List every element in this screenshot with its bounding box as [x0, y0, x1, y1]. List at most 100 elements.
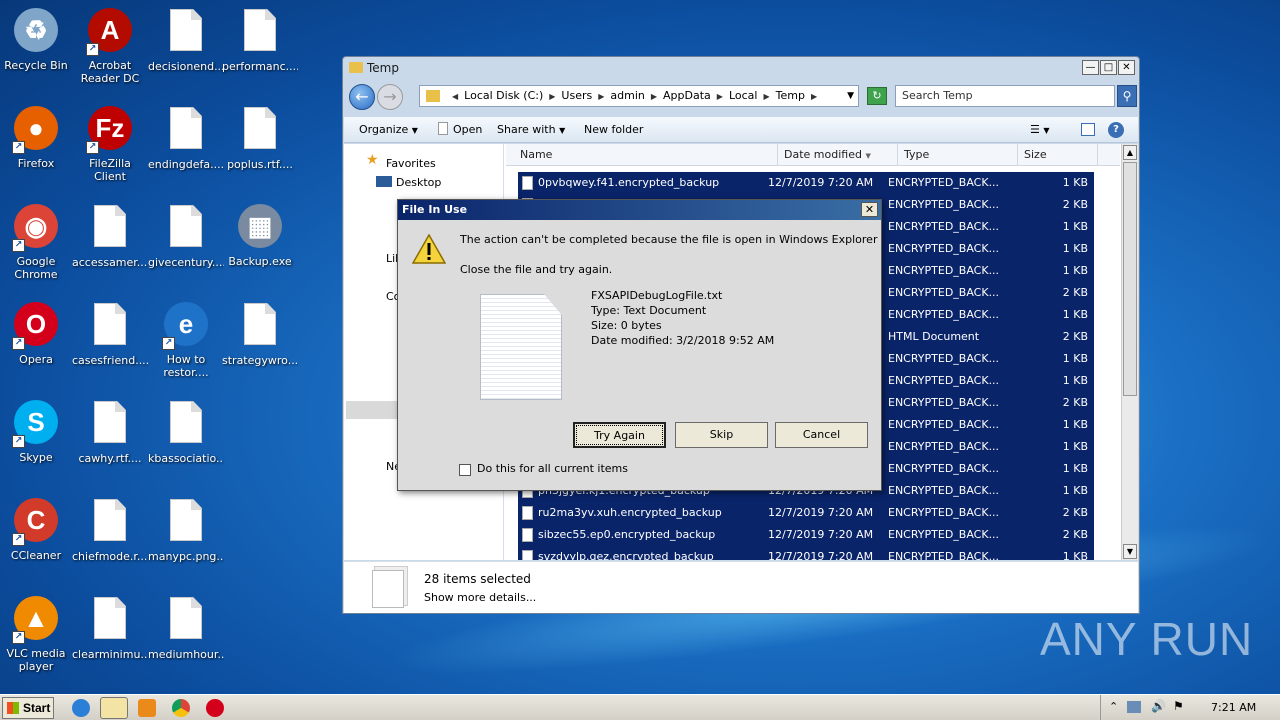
clock[interactable]: 7:21 AM	[1211, 701, 1256, 714]
volume-icon[interactable]: 🔊	[1151, 699, 1166, 713]
nav-desktop[interactable]: Desktop	[396, 176, 441, 189]
new-folder-button[interactable]: New folder	[584, 117, 643, 143]
desktop-icon-recycle[interactable]: ♻ Recycle Bin	[0, 6, 74, 87]
share-with-button[interactable]: Share with ▼	[497, 117, 565, 144]
apply-all-checkbox[interactable]	[459, 464, 471, 476]
desktop-icon-filezilla[interactable]: Fz ↗ FileZilla Client	[72, 104, 148, 185]
row-type: ENCRYPTED_BACK...	[888, 550, 998, 560]
table-row[interactable]: sibzec55.ep0.encrypted_backup 12/7/2019 7…	[518, 524, 1094, 546]
file-icon	[86, 401, 134, 449]
nav-favorites[interactable]: Favorites	[386, 157, 436, 170]
desktop-icon-file[interactable]: strategywro....	[222, 300, 298, 382]
tray-expand-icon[interactable]: ⌃	[1109, 700, 1118, 713]
desktop-icon-file[interactable]: manypc.png....	[148, 496, 224, 578]
dialog-close-button[interactable]: ✕	[861, 202, 878, 217]
explorer-titlebar[interactable]: Temp — □ ✕	[343, 57, 1139, 79]
try-again-button[interactable]: Try Again	[573, 422, 666, 448]
explorer-icon[interactable]	[100, 697, 128, 719]
search-input[interactable]: Search Temp	[895, 85, 1115, 107]
cancel-button[interactable]: Cancel	[775, 422, 868, 448]
apply-all-label[interactable]: Do this for all current items	[477, 462, 628, 475]
scroll-thumb[interactable]	[1123, 162, 1137, 396]
network-icon[interactable]	[1127, 701, 1141, 713]
desktop-icon-label: Opera	[19, 353, 53, 366]
breadcrumb-item[interactable]: Users	[561, 89, 592, 102]
organize-button[interactable]: Organize ▼	[359, 117, 418, 144]
row-type: ENCRYPTED_BACK...	[888, 352, 998, 365]
dialog-file-name: FXSAPIDebugLogFile.txt	[591, 289, 723, 302]
desktop-icon-vlc[interactable]: ▲ ↗ VLC media player	[0, 594, 74, 675]
desktop-icon-file[interactable]: accessamer....	[72, 202, 148, 284]
desktop-icon-file[interactable]: kbassociatio....	[148, 398, 224, 480]
desktop-icon-firefox[interactable]: ● ↗ Firefox	[0, 104, 74, 185]
desktop-icon-chrome[interactable]: ◉ ↗ Google Chrome	[0, 202, 74, 283]
row-size: 1 KB	[1062, 220, 1088, 233]
forward-button[interactable]: →	[377, 84, 403, 110]
dialog-titlebar[interactable]: File In Use ✕	[398, 200, 881, 220]
row-type: ENCRYPTED_BACK...	[888, 418, 998, 431]
file-in-use-dialog[interactable]: File In Use ✕ The action can't be comple…	[397, 199, 882, 491]
file-icon	[522, 528, 533, 542]
breadcrumb-item[interactable]: Local	[729, 89, 758, 102]
media-player-icon[interactable]	[138, 699, 156, 717]
desktop-icon-label: mediumhour....	[148, 648, 224, 661]
desktop-icon-file[interactable]: poplus.rtf....	[222, 104, 298, 186]
table-row[interactable]: svzdyylp.qez.encrypted_backup 12/7/2019 7…	[518, 546, 1094, 560]
refresh-button[interactable]: ↻	[867, 87, 887, 105]
desktop-icon-opera[interactable]: O ↗ Opera	[0, 300, 74, 381]
desktop-icon-file[interactable]: mediumhour....	[148, 594, 224, 676]
desktop-icon-skype[interactable]: S ↗ Skype	[0, 398, 74, 479]
skip-button[interactable]: Skip	[675, 422, 768, 448]
column-date[interactable]: Date modified ▼	[778, 144, 898, 166]
desktop-icon-file[interactable]: givecentury....	[148, 202, 224, 284]
desktop-icon-label: kbassociatio....	[148, 452, 224, 465]
vlc-icon: ▲ ↗	[12, 596, 60, 644]
desktop-icon-file[interactable]: performanc....	[222, 6, 298, 88]
address-bar-row: ← → ◀ Local Disk (C:) ▶ Users ▶ admin ▶ AppData…	[347, 83, 1137, 111]
desktop-icon-file[interactable]: chiefmode.r....	[72, 496, 148, 578]
desktop-icon-file[interactable]: clearminimu....	[72, 594, 148, 676]
breadcrumb-item[interactable]: Temp	[776, 89, 805, 102]
desktop-icon-file[interactable]: cawhy.rtf....	[72, 398, 148, 480]
view-icon[interactable]: ☰ ▼	[1030, 117, 1050, 144]
desktop-icon-exe[interactable]: ▦ Backup.exe	[222, 202, 298, 283]
preview-pane-icon[interactable]	[1081, 123, 1095, 136]
breadcrumb-item[interactable]: AppData	[663, 89, 711, 102]
ie-icon[interactable]	[72, 699, 90, 717]
close-button[interactable]: ✕	[1118, 60, 1135, 75]
desktop-icon-ie[interactable]: e ↗ How to restor....	[148, 300, 224, 381]
opera-icon[interactable]	[206, 699, 224, 717]
maximize-button[interactable]: □	[1100, 60, 1117, 75]
scroll-down-button[interactable]: ▼	[1123, 544, 1137, 559]
desktop-icon-acrobat[interactable]: A ↗ Acrobat Reader DC	[72, 6, 148, 87]
row-type: ENCRYPTED_BACK...	[888, 506, 998, 519]
file-icon	[236, 303, 284, 351]
desktop-icon-file[interactable]: decisionend....	[148, 6, 224, 88]
column-header: Name Date modified ▼ Type Size	[506, 144, 1120, 166]
table-row[interactable]: 0pvbqwey.f41.encrypted_backup 12/7/2019 7…	[518, 172, 1094, 194]
vertical-scrollbar[interactable]: ▲ ▼	[1121, 144, 1138, 560]
breadcrumb-item[interactable]: admin	[610, 89, 644, 102]
chevron-down-icon[interactable]: ▼	[847, 86, 854, 106]
chrome-icon[interactable]	[172, 699, 190, 717]
open-button[interactable]: Open	[438, 117, 482, 143]
column-type[interactable]: Type	[898, 144, 1018, 166]
row-size: 1 KB	[1062, 484, 1088, 497]
help-icon[interactable]: ?	[1108, 122, 1124, 138]
start-button[interactable]: Start	[2, 697, 54, 719]
desktop-icon-file[interactable]: endingdefa....	[148, 104, 224, 186]
scroll-up-button[interactable]: ▲	[1123, 145, 1137, 160]
show-more-details-link[interactable]: Show more details...	[424, 591, 536, 604]
desktop-icon-ccleaner[interactable]: C ↗ CCleaner	[0, 496, 74, 577]
flag-icon[interactable]: ⚑	[1173, 699, 1184, 713]
table-row[interactable]: ru2ma3yv.xuh.encrypted_backup 12/7/2019 7…	[518, 502, 1094, 524]
row-size: 2 KB	[1062, 286, 1088, 299]
address-bar[interactable]: ◀ Local Disk (C:) ▶ Users ▶ admin ▶ AppData ▶ Loc…	[419, 85, 859, 107]
column-size[interactable]: Size	[1018, 144, 1098, 166]
back-button[interactable]: ←	[349, 84, 375, 110]
column-name[interactable]: Name	[514, 144, 778, 166]
minimize-button[interactable]: —	[1082, 60, 1099, 75]
breadcrumb-item[interactable]: Local Disk (C:)	[464, 89, 543, 102]
desktop-icon-file[interactable]: casesfriend....	[72, 300, 148, 382]
search-icon[interactable]: ⚲	[1117, 85, 1137, 107]
